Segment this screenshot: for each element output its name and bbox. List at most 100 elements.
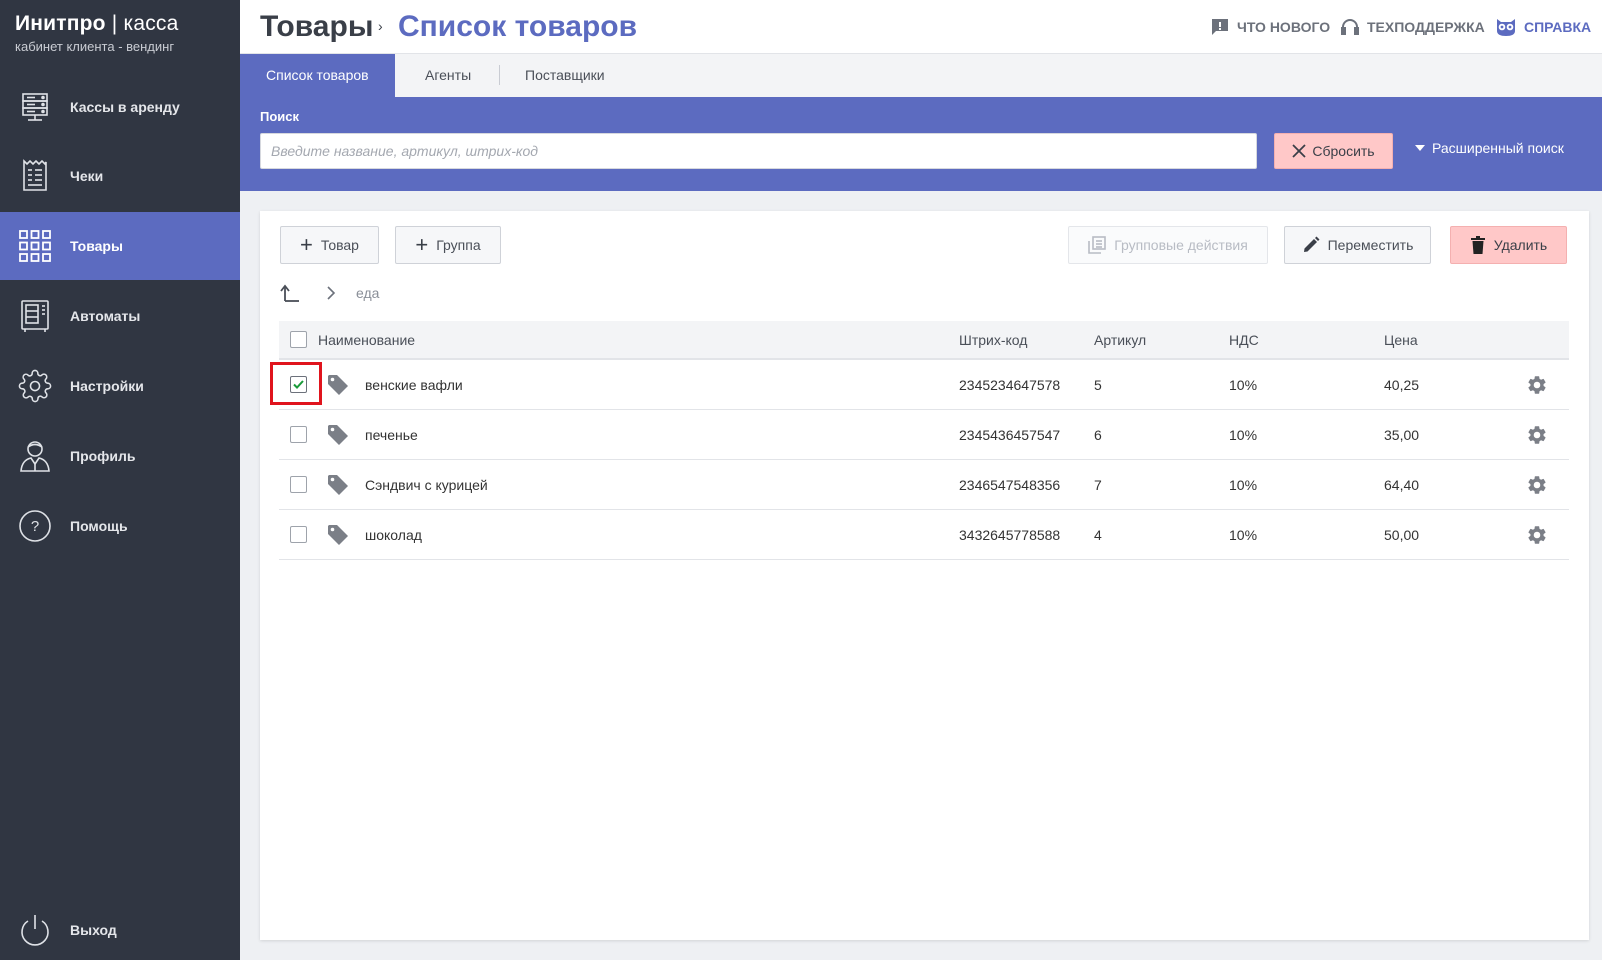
- logout-button[interactable]: Выход: [0, 896, 240, 960]
- row-checkbox[interactable]: [290, 526, 307, 543]
- close-icon: [1292, 144, 1307, 158]
- sidebar-item-label: Чеки: [70, 168, 104, 184]
- brand-subtitle: кабинет клиента - вендинг: [15, 39, 175, 54]
- search-label: Поиск: [260, 109, 300, 124]
- help-link[interactable]: СПРАВКА: [1495, 17, 1591, 37]
- table-row[interactable]: печенье 2345436457547 6 10% 35,00: [279, 410, 1569, 460]
- product-article: 4: [1094, 526, 1102, 543]
- tab-product-list[interactable]: Список товаров: [240, 54, 395, 97]
- folder-path: еда: [280, 281, 379, 305]
- plus-icon: +: [300, 232, 313, 257]
- user-icon: [17, 438, 53, 474]
- delete-button[interactable]: Удалить: [1450, 226, 1567, 264]
- advanced-search-label: Расширенный поиск: [1432, 140, 1564, 156]
- move-button[interactable]: Переместить: [1284, 226, 1431, 264]
- column-header-vat[interactable]: НДС: [1229, 321, 1259, 358]
- product-name[interactable]: шоколад: [365, 510, 422, 559]
- group-actions-button[interactable]: Групповые действия: [1068, 226, 1268, 264]
- column-header-price[interactable]: Цена: [1384, 321, 1418, 358]
- tab-suppliers[interactable]: Поставщики: [525, 54, 605, 97]
- row-checkbox[interactable]: [290, 426, 307, 443]
- add-group-button[interactable]: + Группа: [395, 226, 501, 264]
- products-table: Наименование Штрих-код Артикул НДС Цена …: [270, 321, 1569, 560]
- sidebar: Инитпро | касса кабинет клиента - вендин…: [0, 0, 240, 960]
- product-barcode: 2346547548356: [959, 476, 1061, 493]
- tab-bar: Список товаров Агенты Поставщики: [240, 54, 1602, 97]
- advanced-search-toggle[interactable]: Расширенный поиск: [1415, 140, 1564, 156]
- select-all-checkbox[interactable]: [290, 331, 307, 348]
- sidebar-item-rent[interactable]: Кассы в аренду: [0, 73, 240, 141]
- row-checkbox[interactable]: [290, 476, 307, 493]
- products-card: + Товар + Группа Групповые действия Пере…: [260, 211, 1589, 940]
- product-vat: 10%: [1229, 376, 1258, 393]
- sidebar-item-help[interactable]: ? Помощь: [0, 492, 240, 560]
- announcement-icon: [1212, 19, 1228, 35]
- search-input[interactable]: [260, 133, 1257, 169]
- question-circle-icon: ?: [17, 508, 53, 544]
- logout-label: Выход: [70, 922, 117, 938]
- brand: Инитпро | касса кабинет клиента - вендин…: [15, 12, 178, 54]
- add-group-label: Группа: [436, 237, 481, 253]
- table-row[interactable]: шоколад 3432645778588 4 10% 50,00: [279, 510, 1569, 560]
- grid-icon: [17, 228, 53, 264]
- breadcrumb-separator: ›: [378, 18, 383, 34]
- headset-icon: [1341, 19, 1359, 35]
- row-checkbox[interactable]: [290, 376, 307, 393]
- add-product-button[interactable]: + Товар: [280, 226, 379, 264]
- receipt-icon: [17, 158, 53, 194]
- sidebar-item-machines[interactable]: Автоматы: [0, 282, 240, 350]
- product-price: 50,00: [1384, 526, 1420, 543]
- brand-separator: |: [111, 12, 118, 35]
- row-settings-gear-icon[interactable]: [1526, 410, 1548, 459]
- move-label: Переместить: [1327, 237, 1414, 253]
- brand-name: Инитпро: [15, 12, 106, 35]
- sidebar-item-receipts[interactable]: Чеки: [0, 142, 240, 210]
- column-header-article[interactable]: Артикул: [1094, 321, 1146, 358]
- sidebar-item-label: Товары: [70, 238, 123, 254]
- row-settings-gear-icon[interactable]: [1526, 460, 1548, 509]
- whats-new-label: ЧТО НОВОГО: [1237, 19, 1331, 35]
- reset-button[interactable]: Сбросить: [1274, 133, 1393, 169]
- sidebar-item-products[interactable]: Товары: [0, 212, 240, 280]
- row-settings-gear-icon[interactable]: [1526, 510, 1548, 559]
- product-name[interactable]: Сэндвич с курицей: [365, 460, 488, 509]
- delete-label: Удалить: [1493, 237, 1548, 253]
- folder-name[interactable]: еда: [356, 285, 379, 301]
- support-label: ТЕХПОДДЕРЖКА: [1367, 19, 1485, 35]
- sidebar-item-label: Автоматы: [70, 308, 141, 324]
- tab-agents[interactable]: Агенты: [425, 54, 471, 97]
- owl-icon: [1497, 19, 1515, 36]
- sidebar-item-settings[interactable]: Настройки: [0, 352, 240, 420]
- product-article: 5: [1094, 376, 1102, 393]
- product-price: 64,40: [1384, 476, 1420, 493]
- plus-icon: +: [415, 232, 429, 257]
- product-article: 6: [1094, 426, 1102, 443]
- table-row[interactable]: венские вафли 2345234647578 5 10% 40,25: [270, 360, 1569, 410]
- table-row[interactable]: Сэндвич с курицей 2346547548356 7 10% 64…: [279, 460, 1569, 510]
- caret-down-icon: [1415, 145, 1425, 151]
- help-label: СПРАВКА: [1524, 19, 1592, 35]
- group-actions-label: Групповые действия: [1114, 237, 1248, 253]
- product-name[interactable]: печенье: [365, 410, 418, 459]
- sidebar-item-profile[interactable]: Профиль: [0, 422, 240, 490]
- server-rack-icon: [17, 89, 53, 125]
- product-price: 35,00: [1384, 426, 1420, 443]
- whats-new-link[interactable]: ЧТО НОВОГО: [1210, 17, 1330, 37]
- level-up-icon[interactable]: [280, 283, 300, 303]
- power-icon: [17, 912, 53, 948]
- row-settings-gear-icon[interactable]: [1526, 360, 1548, 409]
- sidebar-item-label: Помощь: [70, 518, 128, 534]
- product-vat: 10%: [1229, 526, 1258, 543]
- product-barcode: 2345436457547: [959, 426, 1061, 443]
- brand-title: Инитпро | касса: [15, 12, 178, 36]
- support-link[interactable]: ТЕХПОДДЕРЖКА: [1340, 17, 1485, 37]
- breadcrumb-root[interactable]: Товары: [260, 10, 373, 44]
- column-header-barcode[interactable]: Штрих-код: [959, 321, 1027, 358]
- column-header-name[interactable]: Наименование: [318, 321, 415, 358]
- tag-icon: [327, 360, 349, 409]
- pencil-icon: [1303, 236, 1320, 252]
- page-title: Список товаров: [398, 10, 638, 43]
- product-barcode: 2345234647578: [959, 376, 1061, 393]
- vending-machine-icon: [17, 298, 53, 334]
- product-name[interactable]: венские вафли: [365, 360, 463, 409]
